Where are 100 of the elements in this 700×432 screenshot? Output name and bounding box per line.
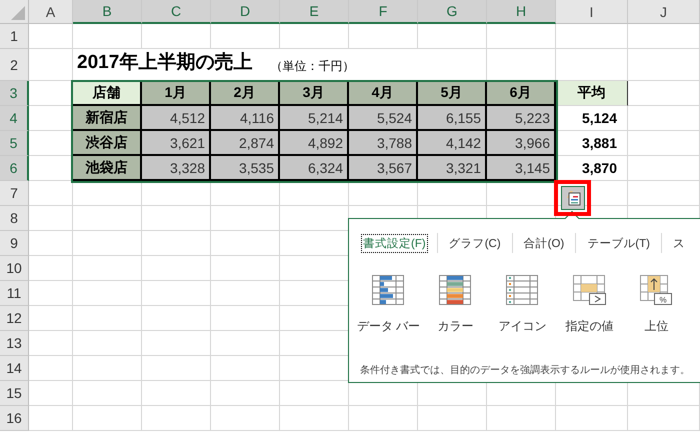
row-header[interactable]: 6 bbox=[0, 156, 29, 181]
row-header[interactable]: 15 bbox=[0, 381, 29, 406]
empty-cell[interactable] bbox=[628, 106, 700, 131]
empty-cell[interactable] bbox=[142, 281, 211, 306]
empty-cell[interactable] bbox=[628, 406, 700, 431]
empty-cell[interactable] bbox=[73, 281, 142, 306]
empty-cell[interactable] bbox=[211, 356, 280, 381]
column-header[interactable]: G bbox=[418, 0, 487, 24]
empty-cell[interactable] bbox=[211, 406, 280, 431]
quick-analysis-button[interactable] bbox=[560, 186, 584, 210]
empty-cell[interactable] bbox=[73, 256, 142, 281]
empty-cell[interactable] bbox=[556, 24, 628, 49]
tab[interactable]: 合計(O) bbox=[522, 234, 566, 252]
empty-cell[interactable] bbox=[211, 256, 280, 281]
column-header[interactable]: A bbox=[29, 0, 73, 24]
empty-cell[interactable] bbox=[142, 231, 211, 256]
empty-cell[interactable] bbox=[142, 206, 211, 231]
empty-cell[interactable] bbox=[211, 231, 280, 256]
empty-cell[interactable] bbox=[556, 406, 628, 431]
table-cell: 5,223 bbox=[487, 106, 556, 131]
store-cell: 渋谷店 bbox=[73, 131, 142, 156]
column-header[interactable]: B bbox=[73, 0, 142, 24]
empty-cell[interactable] bbox=[73, 406, 142, 431]
row-header[interactable]: 14 bbox=[0, 356, 29, 381]
row-header[interactable]: 10 bbox=[0, 256, 29, 281]
column-header[interactable]: D bbox=[211, 0, 280, 24]
row-header[interactable]: 8 bbox=[0, 206, 29, 231]
row-header[interactable]: 5 bbox=[0, 131, 29, 156]
row-header[interactable]: 11 bbox=[0, 281, 29, 306]
quick-analysis-icon bbox=[564, 190, 580, 206]
tab[interactable]: グラフ(C) bbox=[446, 234, 503, 252]
empty-cell[interactable] bbox=[280, 24, 349, 49]
row-header[interactable]: 4 bbox=[0, 106, 29, 131]
empty-cell[interactable] bbox=[628, 49, 700, 81]
empty-cell[interactable] bbox=[418, 24, 487, 49]
tab[interactable]: ス bbox=[670, 234, 687, 252]
table-cell: 4,116 bbox=[211, 106, 280, 131]
empty-cell[interactable] bbox=[142, 306, 211, 331]
column-header[interactable]: F bbox=[349, 0, 418, 24]
empty-cell[interactable] bbox=[349, 406, 418, 431]
empty-cell[interactable] bbox=[628, 181, 700, 206]
empty-cell[interactable] bbox=[487, 406, 556, 431]
empty-cell[interactable] bbox=[142, 24, 211, 49]
empty-cell[interactable] bbox=[418, 406, 487, 431]
empty-cell[interactable] bbox=[349, 181, 418, 206]
empty-cell[interactable] bbox=[211, 206, 280, 231]
empty-cell[interactable] bbox=[280, 181, 349, 206]
empty-cell[interactable] bbox=[73, 306, 142, 331]
store-cell: 池袋店 bbox=[73, 156, 142, 181]
column-header[interactable]: E bbox=[280, 0, 349, 24]
row-header[interactable]: 9 bbox=[0, 231, 29, 256]
row-header[interactable]: 16 bbox=[0, 406, 29, 431]
option-button[interactable]: アイコン bbox=[489, 275, 556, 335]
row-header[interactable]: 7 bbox=[0, 181, 29, 206]
empty-cell[interactable] bbox=[211, 181, 280, 206]
empty-cell[interactable] bbox=[418, 181, 487, 206]
row-header[interactable]: 13 bbox=[0, 331, 29, 356]
column-header[interactable]: J bbox=[628, 0, 700, 24]
row-header[interactable]: 3 bbox=[0, 81, 29, 106]
column-header[interactable]: C bbox=[142, 0, 211, 24]
empty-cell[interactable] bbox=[211, 331, 280, 356]
option-button[interactable]: カラー bbox=[422, 275, 489, 335]
empty-cell[interactable] bbox=[142, 181, 211, 206]
empty-cell[interactable] bbox=[211, 281, 280, 306]
column-header[interactable]: H bbox=[487, 0, 556, 24]
empty-cell[interactable] bbox=[73, 331, 142, 356]
empty-cell[interactable] bbox=[211, 381, 280, 406]
row-header[interactable]: 2 bbox=[0, 49, 29, 81]
empty-cell[interactable] bbox=[628, 131, 700, 156]
tab[interactable]: 書式設定(F) bbox=[361, 234, 428, 252]
row-header[interactable]: 12 bbox=[0, 306, 29, 331]
data-bars-icon bbox=[372, 275, 405, 306]
empty-cell[interactable] bbox=[73, 381, 142, 406]
select-all-button[interactable] bbox=[0, 0, 29, 24]
empty-cell[interactable] bbox=[142, 356, 211, 381]
empty-cell[interactable] bbox=[73, 181, 142, 206]
empty-cell[interactable] bbox=[73, 206, 142, 231]
empty-cell[interactable] bbox=[556, 49, 628, 81]
empty-cell[interactable] bbox=[73, 24, 142, 49]
empty-cell[interactable] bbox=[487, 24, 556, 49]
empty-cell[interactable] bbox=[211, 306, 280, 331]
option-button[interactable]: 指定の値 bbox=[556, 275, 623, 335]
empty-cell[interactable] bbox=[349, 24, 418, 49]
empty-cell[interactable] bbox=[142, 331, 211, 356]
empty-cell[interactable] bbox=[73, 231, 142, 256]
empty-cell[interactable] bbox=[280, 381, 349, 406]
empty-cell[interactable] bbox=[142, 381, 211, 406]
option-button[interactable]: データ バー bbox=[355, 275, 422, 335]
row-header[interactable]: 1 bbox=[0, 24, 29, 49]
empty-cell[interactable] bbox=[280, 406, 349, 431]
column-header[interactable]: I bbox=[556, 0, 628, 24]
empty-cell[interactable] bbox=[628, 24, 700, 49]
empty-cell[interactable] bbox=[628, 156, 700, 181]
empty-cell[interactable] bbox=[211, 24, 280, 49]
option-button[interactable]: % 上位 bbox=[623, 275, 690, 335]
empty-cell[interactable] bbox=[142, 256, 211, 281]
tab[interactable]: テーブル(T) bbox=[585, 234, 652, 252]
empty-cell[interactable] bbox=[73, 356, 142, 381]
table-header-cell: 1月 bbox=[142, 81, 211, 106]
empty-cell[interactable] bbox=[142, 406, 211, 431]
